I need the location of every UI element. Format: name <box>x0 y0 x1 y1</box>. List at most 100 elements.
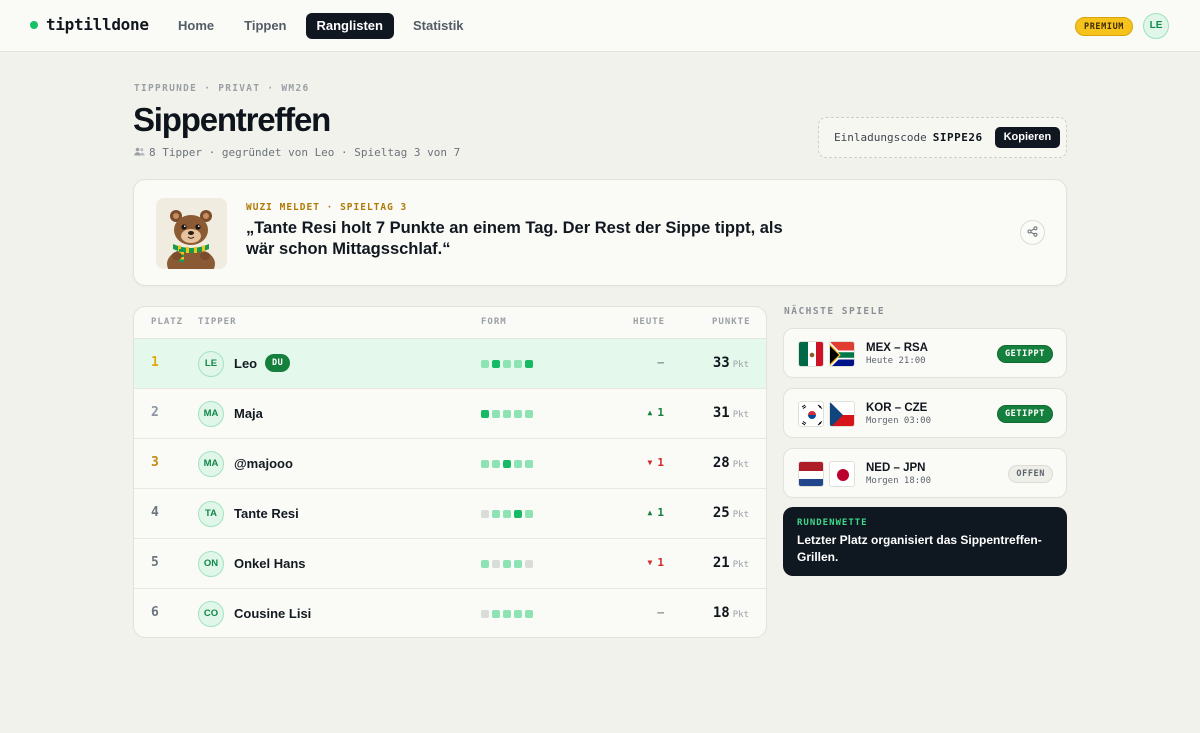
form-dot <box>481 560 489 568</box>
form-dot <box>514 410 522 418</box>
rank: 5 <box>151 555 159 570</box>
main-nav: Home Tippen Ranglisten Statistik <box>167 13 475 39</box>
table-row[interactable]: 5 ON Onkel Hans ▼ 1 21 Pkt <box>134 539 766 589</box>
points-value: 18 <box>712 605 730 621</box>
points-value: 28 <box>712 455 730 471</box>
tipper-name[interactable]: Maja <box>234 406 263 421</box>
logo-text: tiptilldone <box>46 15 149 34</box>
avatar: TA <box>198 501 224 527</box>
tipper-name[interactable]: Tante Resi <box>234 506 299 521</box>
points: 25 Pkt <box>713 505 749 521</box>
tipper-name[interactable]: @majooo <box>234 456 293 471</box>
match-time: Heute 21:00 <box>866 356 926 366</box>
table-row[interactable]: 3 MA @majooo ▼ 1 28 Pkt <box>134 439 766 489</box>
form-dot <box>514 610 522 618</box>
match-card[interactable]: KOR – CZE Morgen 03:00 GETIPPT <box>783 388 1067 438</box>
mascot-quote-card: WUZI MELDET · SPIELTAG 3 „Tante Resi hol… <box>133 179 1067 286</box>
today-change: ▲ 1 <box>648 406 664 419</box>
form-dot <box>492 610 500 618</box>
match-status-badge[interactable]: GETIPPT <box>996 345 1053 363</box>
form-dot <box>525 510 533 518</box>
leaderboard-table: PLATZ TIPPER FORM HEUTE PUNKTE 1 LE Leo … <box>133 306 767 638</box>
netherlands-flag-icon <box>798 461 824 487</box>
user-avatar[interactable]: LE <box>1143 13 1169 39</box>
points-unit: Pkt <box>732 560 749 570</box>
match-teams: MEX – RSA <box>866 342 928 354</box>
points-value: 31 <box>712 405 730 421</box>
form-dot <box>481 360 489 368</box>
today-value: – <box>657 606 664 619</box>
form-dot <box>481 460 489 468</box>
table-row[interactable]: 6 CO Cousine Lisi – 18 Pkt <box>134 589 766 637</box>
form-dot <box>481 410 489 418</box>
round-bet-kicker: RUNDENWETTE <box>797 518 868 528</box>
top-navigation-bar: tiptilldone Home Tippen Ranglisten Stati… <box>0 0 1200 52</box>
form-dot <box>514 510 522 518</box>
column-points[interactable]: PUNKTE <box>712 317 751 327</box>
today-change: ▲ 1 <box>648 506 664 519</box>
today-value: – <box>657 356 664 369</box>
south-korea-flag-icon <box>798 401 824 427</box>
people-icon <box>134 147 145 159</box>
column-today[interactable]: HEUTE <box>633 317 665 327</box>
form-dot <box>525 610 533 618</box>
round-bet-card[interactable]: RUNDENWETTE Letzter Platz organisiert da… <box>783 507 1067 576</box>
premium-badge[interactable]: PREMIUM <box>1075 17 1134 36</box>
points-value: 21 <box>712 555 730 571</box>
upcoming-matches-title: NÄCHSTE SPIELE <box>784 306 886 317</box>
match-card[interactable]: MEX – RSA Heute 21:00 GETIPPT <box>783 328 1067 378</box>
rank: 3 <box>151 455 159 470</box>
form-dot <box>492 410 500 418</box>
invite-code-box: Einladungscode SIPPE26 Kopieren <box>818 117 1067 158</box>
copy-invite-button[interactable]: Kopieren <box>994 127 1061 148</box>
app-logo[interactable]: tiptilldone <box>30 15 149 34</box>
form-indicator <box>481 410 533 418</box>
column-rank[interactable]: PLATZ <box>151 317 183 327</box>
tipper-name[interactable]: Cousine Lisi <box>234 606 311 621</box>
table-row[interactable]: 1 LE Leo DU – 33 Pkt <box>134 339 766 389</box>
table-row[interactable]: 4 TA Tante Resi ▲ 1 25 Pkt <box>134 489 766 539</box>
points: 18 Pkt <box>713 605 749 621</box>
today-change: – <box>657 356 664 369</box>
rank: 6 <box>151 605 159 620</box>
form-dot <box>492 360 500 368</box>
avatar: MA <box>198 401 224 427</box>
points: 21 Pkt <box>713 555 749 571</box>
nav-ranglisten[interactable]: Ranglisten <box>305 13 394 39</box>
avatar: LE <box>198 351 224 377</box>
nav-tippen[interactable]: Tippen <box>233 13 297 39</box>
nav-home[interactable]: Home <box>167 13 225 39</box>
today-change: ▼ 1 <box>648 456 664 469</box>
match-status-badge[interactable]: OFFEN <box>1008 465 1053 483</box>
avatar: MA <box>198 451 224 477</box>
share-icon <box>1027 224 1038 242</box>
today-value: 1 <box>657 456 664 469</box>
column-tipper[interactable]: TIPPER <box>198 317 237 327</box>
tipper-name[interactable]: Leo <box>234 356 257 371</box>
points-unit: Pkt <box>732 360 749 370</box>
avatar: CO <box>198 601 224 627</box>
page-meta-text: 8 Tipper · gegründet von Leo · Spieltag … <box>149 146 461 159</box>
form-dot <box>514 560 522 568</box>
rank: 2 <box>151 405 159 420</box>
column-form[interactable]: FORM <box>481 317 507 327</box>
invite-code-label: Einladungscode <box>834 131 927 144</box>
form-dot <box>481 610 489 618</box>
today-value: 1 <box>657 506 664 519</box>
logo-dot-icon <box>30 20 38 29</box>
nav-statistik[interactable]: Statistik <box>402 13 475 39</box>
table-row[interactable]: 2 MA Maja ▲ 1 31 Pkt <box>134 389 766 439</box>
trend-down-icon: ▼ <box>647 458 653 467</box>
invite-code-value[interactable]: SIPPE26 <box>933 131 983 144</box>
tipper-name[interactable]: Onkel Hans <box>234 556 306 571</box>
page-meta: 8 Tipper · gegründet von Leo · Spieltag … <box>134 146 460 159</box>
czechia-flag-icon <box>829 401 855 427</box>
page-eyebrow: TIPPRUNDE · PRIVAT · WM26 <box>134 83 310 94</box>
share-button[interactable] <box>1020 220 1045 245</box>
match-card[interactable]: NED – JPN Morgen 18:00 OFFEN <box>783 448 1067 498</box>
otter-mascot-image <box>156 198 227 269</box>
today-change: – <box>657 606 664 619</box>
form-dot <box>481 510 489 518</box>
form-dot <box>525 460 533 468</box>
match-status-badge[interactable]: GETIPPT <box>996 405 1053 423</box>
